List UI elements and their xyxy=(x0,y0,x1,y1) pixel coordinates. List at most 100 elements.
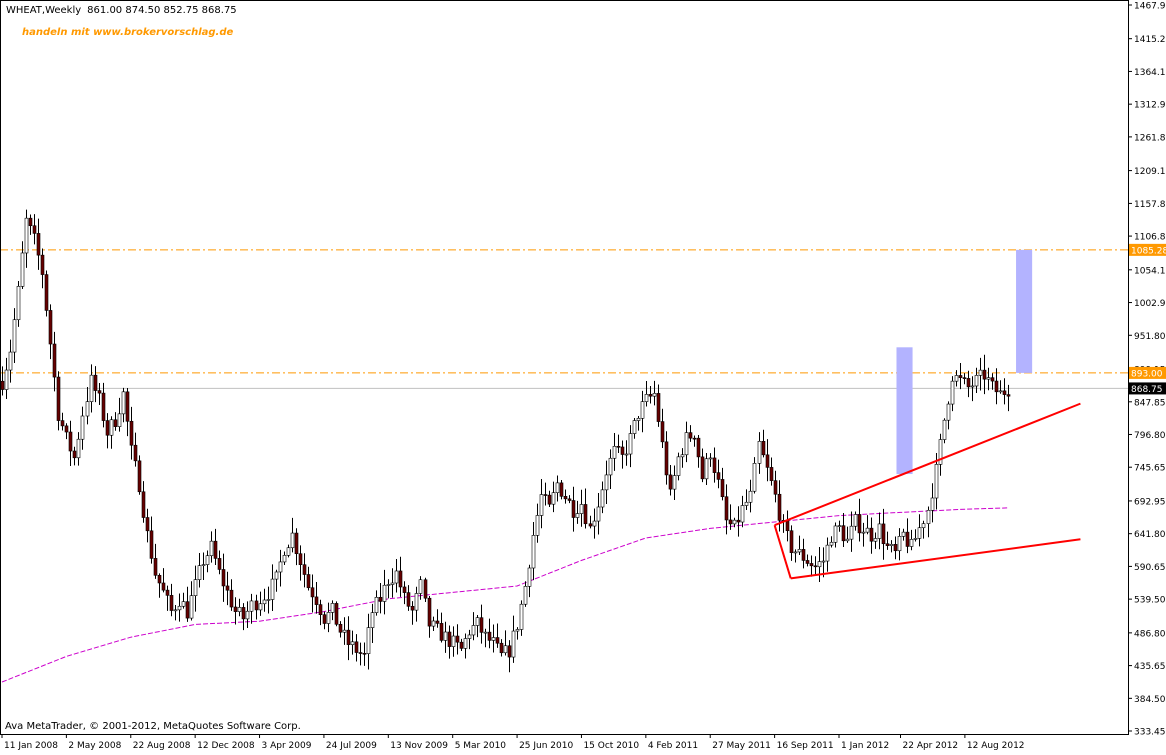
candle-body xyxy=(857,514,862,534)
chart-window[interactable]: 1467.90 1415.25 1364.10 1312.95 1261.80 1209.… xyxy=(0,0,1166,751)
candle-body xyxy=(732,519,737,525)
candle-body xyxy=(157,575,162,584)
price-tick-label: 847.85 xyxy=(1134,398,1166,408)
candle-body xyxy=(4,369,9,390)
candle-body xyxy=(696,437,701,458)
candle-body xyxy=(197,565,202,580)
candle-body xyxy=(370,612,375,628)
price-tag-label: 868.75 xyxy=(1131,385,1163,395)
candle-body xyxy=(173,609,178,612)
candle-body xyxy=(821,560,826,563)
price-tick-label: 1467.90 xyxy=(1134,2,1166,12)
candle-body xyxy=(600,489,605,508)
candle-body xyxy=(954,375,959,382)
candle-body xyxy=(229,589,234,608)
candle-body xyxy=(877,523,882,539)
candle-body xyxy=(177,605,182,611)
candle-body xyxy=(913,538,918,540)
candle-body xyxy=(813,565,818,568)
candle-body xyxy=(740,505,745,523)
candle-body xyxy=(652,393,657,397)
candle-body xyxy=(109,419,114,436)
candle-body xyxy=(656,393,661,422)
candle-body xyxy=(378,597,383,602)
candle-body xyxy=(853,514,858,527)
candle-body xyxy=(608,457,613,476)
candle-body xyxy=(507,645,512,658)
candle-body xyxy=(700,456,705,480)
candle-body xyxy=(978,369,983,376)
candle-body xyxy=(744,501,749,506)
candle-body xyxy=(901,531,906,537)
candlestick-chart[interactable]: 1467.90 1415.25 1364.10 1312.95 1261.80 1209.… xyxy=(0,0,1166,751)
candle-body xyxy=(483,631,488,634)
candle-body xyxy=(414,593,419,611)
candle-body xyxy=(386,584,391,586)
candle-body xyxy=(133,444,138,462)
price-tick-label: 435.65 xyxy=(1134,662,1166,672)
candle-body xyxy=(592,520,597,527)
candle-body xyxy=(105,420,110,436)
candle-body xyxy=(302,564,307,575)
candle-body xyxy=(245,610,250,620)
candle-body xyxy=(547,494,552,505)
candle-body xyxy=(221,569,226,587)
chart-background xyxy=(0,0,1166,751)
candle-body xyxy=(141,491,146,518)
candle-body xyxy=(427,597,432,627)
candle-body xyxy=(443,631,448,641)
time-tick-label: 16 Sep 2011 xyxy=(777,741,834,751)
candle-body xyxy=(917,527,922,539)
candle-body xyxy=(551,492,556,505)
candle-body xyxy=(282,555,287,563)
candle-body xyxy=(306,574,311,589)
candle-body xyxy=(451,635,456,647)
candle-body xyxy=(921,523,926,529)
candle-body xyxy=(274,571,279,580)
time-tick-label: 15 Oct 2010 xyxy=(583,741,639,751)
candle-body xyxy=(101,392,106,421)
candle-body xyxy=(519,603,524,630)
candle-body xyxy=(189,595,194,619)
candle-body xyxy=(249,600,254,612)
candle-body xyxy=(692,437,697,440)
candle-body xyxy=(849,525,854,540)
candle-body xyxy=(121,391,126,415)
candle-body xyxy=(56,376,61,421)
candle-body xyxy=(604,474,609,491)
candle-body xyxy=(354,641,359,653)
price-tick-label: 1209.15 xyxy=(1134,167,1166,177)
candle-body xyxy=(523,586,528,605)
header-info: WHEAT,Weekly 861.00 874.50 852.75 868.75 xyxy=(6,5,237,16)
candle-body xyxy=(487,631,492,641)
candle-body xyxy=(342,629,347,633)
candle-body xyxy=(394,570,399,584)
candle-body xyxy=(829,541,834,546)
candle-body xyxy=(298,553,303,565)
candle-body xyxy=(181,601,186,607)
candle-body xyxy=(93,374,98,391)
time-tick-label: 13 Nov 2009 xyxy=(390,741,448,751)
time-tick-label: 11 Jan 2008 xyxy=(4,741,58,751)
candle-body xyxy=(503,645,508,654)
candle-body xyxy=(805,560,810,564)
candle-body xyxy=(40,254,45,275)
candle-body xyxy=(76,438,81,459)
candle-body xyxy=(555,482,560,493)
candle-body xyxy=(885,543,890,546)
candle-body xyxy=(205,555,210,565)
candle-body xyxy=(60,420,65,427)
price-tick-label: 1364.10 xyxy=(1134,68,1166,78)
candle-body xyxy=(893,544,898,552)
candle-body xyxy=(515,629,520,632)
candle-body xyxy=(161,582,166,591)
candle-body xyxy=(567,498,572,501)
time-tick-label: 2 May 2008 xyxy=(68,741,121,751)
time-tick-label: 24 Jul 2009 xyxy=(326,741,377,751)
candle-body xyxy=(382,584,387,602)
candle-body xyxy=(44,274,49,311)
price-tick-label: 1157.85 xyxy=(1134,200,1166,210)
time-tick-label: 25 Jun 2010 xyxy=(519,741,573,751)
symbol-label: WHEAT,Weekly xyxy=(6,5,81,16)
candle-body xyxy=(817,561,822,568)
